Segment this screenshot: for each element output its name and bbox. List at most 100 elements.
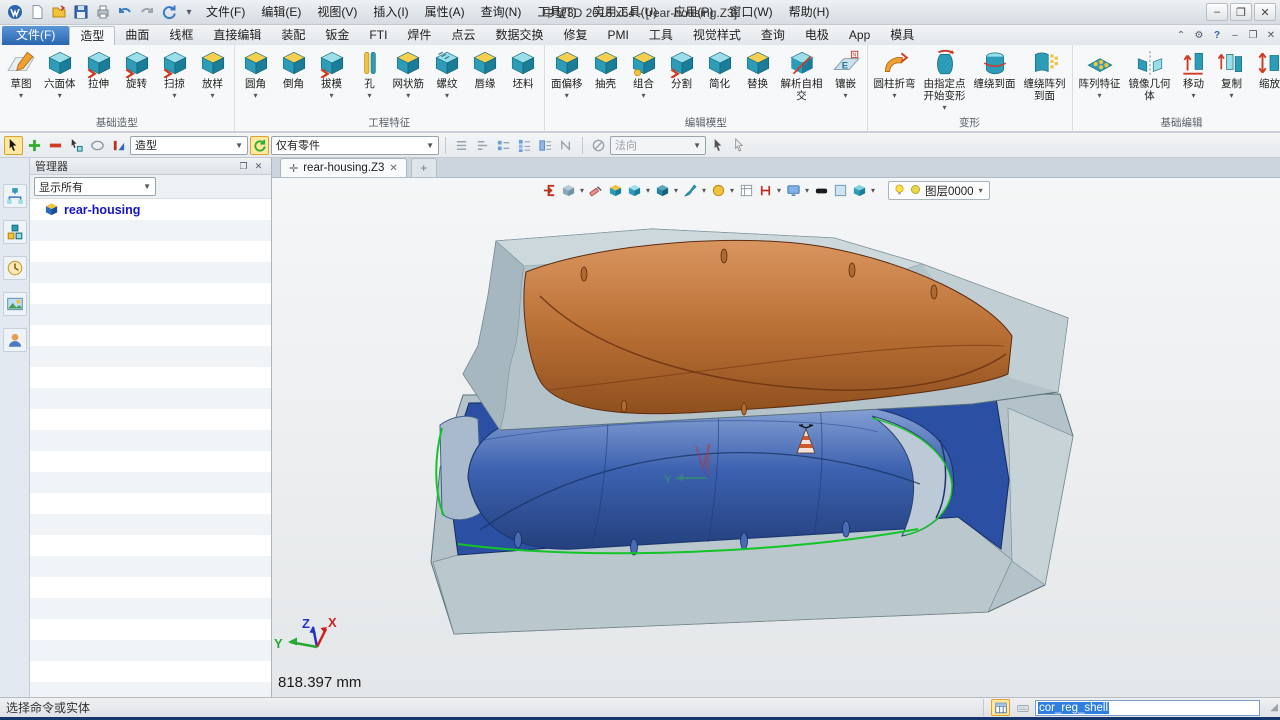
list-4-icon[interactable] — [515, 136, 534, 155]
tree-item[interactable]: rear-housing — [30, 199, 271, 220]
ribbon-button[interactable]: 唇缘 — [466, 46, 504, 116]
tab-工具[interactable]: 工具 — [639, 26, 683, 45]
open-file-icon[interactable] — [49, 2, 69, 22]
doc-close-icon[interactable]: ✕ — [1262, 27, 1280, 43]
file-menu-button[interactable]: 文件(F) — [2, 26, 69, 45]
chevron-down-icon[interactable]: ▾ — [1097, 91, 1101, 101]
eraser-icon[interactable] — [587, 182, 605, 199]
ribbon-button[interactable]: EN镶嵌▾ — [827, 46, 865, 116]
undo-icon[interactable] — [115, 2, 135, 22]
chevron-down-icon[interactable]: ▾ — [803, 186, 811, 195]
chevron-down-icon[interactable]: ▾ — [942, 103, 946, 113]
collapse-ribbon-icon[interactable]: ⌃ — [1172, 27, 1190, 43]
exit-icon[interactable] — [540, 182, 558, 199]
cube-yellow-s-icon[interactable] — [606, 182, 624, 199]
tab-装配[interactable]: 装配 — [271, 26, 315, 45]
ribbon-button[interactable]: 镜像几何体 — [1125, 46, 1175, 116]
chevron-down-icon[interactable]: ▾ — [19, 91, 23, 101]
chevron-down-icon[interactable]: ▾ — [869, 186, 877, 195]
ribbon-button[interactable]: 替换 — [739, 46, 777, 116]
tab-曲面[interactable]: 曲面 — [115, 26, 159, 45]
close-button[interactable]: ✕ — [1254, 3, 1276, 21]
ribbon-button[interactable]: 由指定点开始变形▾ — [920, 46, 970, 116]
list-3-icon[interactable] — [494, 136, 513, 155]
normal-combo[interactable]: 法向▼ — [610, 136, 706, 155]
ribbon-button[interactable]: 分割 — [663, 46, 701, 116]
menu-item[interactable]: 编辑(E) — [253, 0, 309, 24]
tab-电极[interactable]: 电极 — [795, 26, 839, 45]
ribbon-button[interactable]: 坯料 — [504, 46, 542, 116]
chevron-down-icon[interactable]: ▾ — [445, 91, 449, 101]
no-normal-icon[interactable] — [589, 136, 608, 155]
pick-cursor-icon[interactable] — [4, 136, 23, 155]
shape-filter-combo[interactable]: 造型▼ — [130, 136, 248, 155]
tab-修复[interactable]: 修复 — [553, 26, 597, 45]
print-icon[interactable] — [93, 2, 113, 22]
command-input[interactable]: cor_reg_shell — [1035, 700, 1260, 716]
ribbon-button[interactable]: 缠绕阵列到面 — [1020, 46, 1070, 116]
filter-chart-icon[interactable] — [109, 136, 128, 155]
history-icon[interactable] — [3, 256, 27, 280]
square-blue-icon[interactable] — [831, 182, 849, 199]
show-all-combo[interactable]: 显示所有▼ — [34, 177, 156, 196]
tab-模具[interactable]: 模具 — [880, 26, 924, 45]
chevron-down-icon[interactable]: ▾ — [367, 91, 371, 101]
chevron-down-icon[interactable]: ▾ — [172, 91, 176, 101]
ribbon-button[interactable]: 网状筋▾ — [389, 46, 429, 116]
menu-item[interactable]: 插入(I) — [365, 0, 416, 24]
regen-icon[interactable] — [159, 2, 179, 22]
chevron-down-icon[interactable]: ▾ — [672, 186, 680, 195]
close-panel-icon[interactable]: ✕ — [251, 160, 266, 173]
add-green-icon[interactable] — [25, 136, 44, 155]
help-icon[interactable]: ? — [1208, 27, 1226, 43]
chevron-down-icon[interactable]: ▾ — [1229, 91, 1233, 101]
visual-icon[interactable] — [3, 292, 27, 316]
tab-直接编辑[interactable]: 直接编辑 — [203, 26, 271, 45]
menu-item[interactable]: 视图(V) — [309, 0, 365, 24]
ribbon-button[interactable]: 孔▾ — [351, 46, 389, 116]
view-cube-icon[interactable] — [559, 182, 577, 199]
layer-control[interactable]: 图层0000 ▾ — [888, 181, 990, 200]
chevron-down-icon[interactable]: ▾ — [843, 91, 847, 101]
toolbar-overflow-icon[interactable]: ▾ — [180, 4, 198, 20]
refresh-icon[interactable] — [250, 136, 269, 155]
input-table-icon[interactable] — [991, 699, 1010, 716]
chevron-down-icon[interactable]: ▾ — [406, 91, 410, 101]
resize-grip[interactable]: ◢ — [1270, 702, 1278, 713]
settings-gear-icon[interactable]: ⚙ — [1190, 27, 1208, 43]
tab-查询[interactable]: 查询 — [751, 26, 795, 45]
ribbon-button[interactable]: 阵列特征▾ — [1075, 46, 1125, 116]
doc-restore-icon[interactable]: ❐ — [1244, 27, 1262, 43]
list-5-icon[interactable] — [536, 136, 555, 155]
cube-blue-s-icon[interactable] — [625, 182, 643, 199]
section-h-icon[interactable] — [756, 182, 774, 199]
menu-item[interactable]: 属性(A) — [417, 0, 473, 24]
chevron-down-icon[interactable]: ▾ — [700, 186, 708, 195]
tab-App[interactable]: App — [839, 26, 880, 45]
chevron-down-icon[interactable]: ▾ — [641, 91, 645, 101]
chevron-down-icon[interactable]: ▾ — [644, 186, 652, 195]
ribbon-button[interactable]: 缠绕到面 — [970, 46, 1020, 116]
list-2-icon[interactable] — [473, 136, 492, 155]
tab-焊件[interactable]: 焊件 — [397, 26, 441, 45]
new-file-icon[interactable] — [27, 2, 47, 22]
minimize-button[interactable]: – — [1206, 3, 1228, 21]
tab-视觉样式[interactable]: 视觉样式 — [683, 26, 751, 45]
sphere-icon[interactable] — [709, 182, 727, 199]
tab-数据交换[interactable]: 数据交换 — [485, 26, 553, 45]
input-keyboard-icon[interactable] — [1013, 699, 1032, 716]
role-icon[interactable] — [3, 328, 27, 352]
model-canvas[interactable]: Y Z — [272, 178, 1280, 697]
ribbon-button[interactable]: 面偏移▾ — [547, 46, 587, 116]
new-tab-button[interactable]: + — [411, 158, 437, 177]
ribbon-button[interactable]: 抽壳 — [587, 46, 625, 116]
save-icon[interactable] — [71, 2, 91, 22]
menu-item[interactable]: 工具(T) — [529, 0, 584, 24]
ribbon-button[interactable]: 缩放 — [1251, 46, 1280, 116]
ribbon-button[interactable]: 圆柱折弯▾ — [870, 46, 920, 116]
ribbon-button[interactable]: 倒角 — [275, 46, 313, 116]
redo-icon[interactable] — [137, 2, 157, 22]
cube-teal-s-icon[interactable] — [850, 182, 868, 199]
ribbon-button[interactable]: 简化 — [701, 46, 739, 116]
chevron-down-icon[interactable]: ▾ — [728, 186, 736, 195]
